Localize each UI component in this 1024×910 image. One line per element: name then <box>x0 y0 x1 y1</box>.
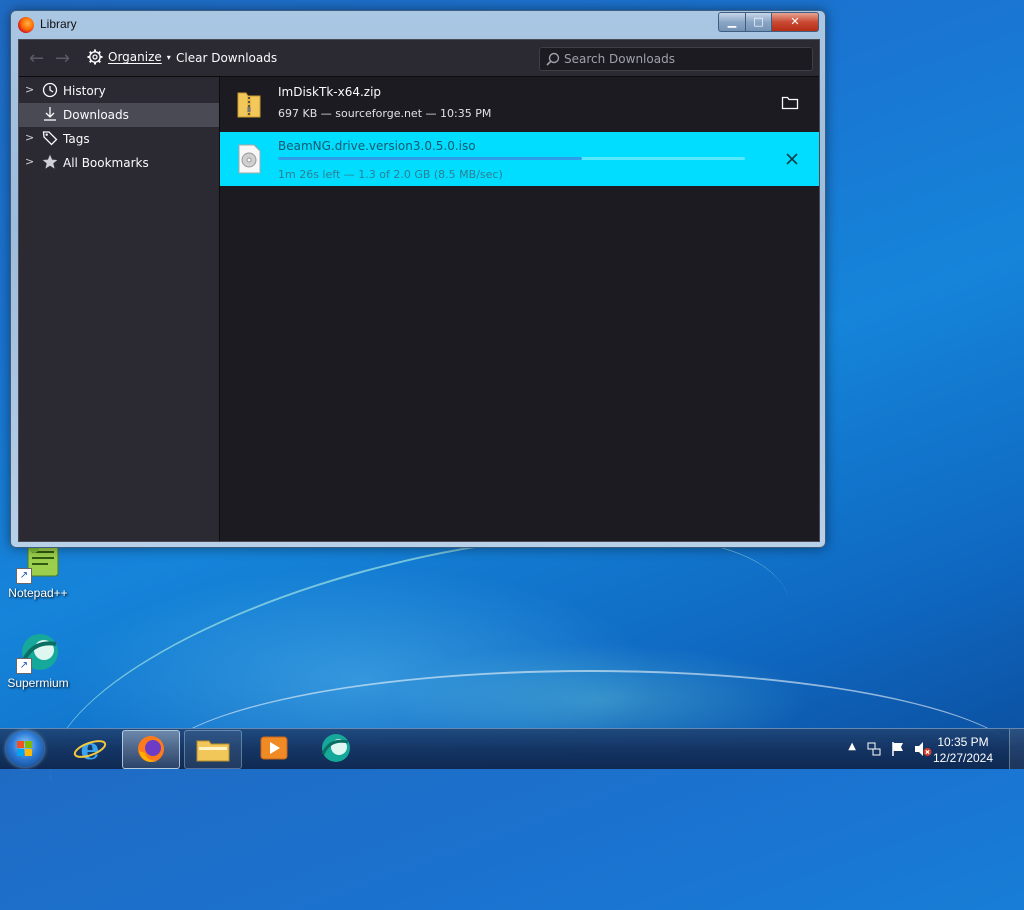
caption-buttons: ▁ □ ✕ <box>718 12 819 32</box>
desktop-icon-label: Supermium <box>7 676 69 690</box>
network-icon[interactable] <box>866 741 882 757</box>
windows-logo-icon <box>17 741 33 757</box>
star-icon <box>42 154 58 169</box>
organize-menu-button[interactable]: Organize ▾ <box>87 49 171 65</box>
title-bar[interactable]: Library ▁ □ ✕ <box>11 11 825 39</box>
zip-folder-icon <box>237 92 261 118</box>
search-placeholder: Search Downloads <box>564 52 675 66</box>
download-status: 1m 26s left — 1.3 of 2.0 GB (8.5 MB/sec) <box>278 168 503 181</box>
desktop-icon-supermium[interactable]: ↗ Supermium <box>3 630 73 690</box>
minimize-button[interactable]: ▁ <box>718 12 746 32</box>
tag-icon <box>42 131 58 146</box>
show-hidden-icons-icon[interactable]: ▲ <box>848 741 856 752</box>
wallpaper-swoosh <box>150 670 1024 872</box>
download-filename: ImDiskTk-x64.zip <box>278 85 382 99</box>
clock-icon <box>42 82 58 98</box>
taskbar-internet-explorer[interactable]: e <box>62 730 118 767</box>
download-row-active[interactable]: BeamNG.drive.version3.0.5.0.iso 1m 26s l… <box>220 132 819 186</box>
download-progress-bar <box>278 157 745 160</box>
clear-downloads-button[interactable]: Clear Downloads <box>176 51 277 65</box>
sidebar-item-all-bookmarks[interactable]: > All Bookmarks <box>19 151 219 175</box>
shortcut-arrow-icon: ↗ <box>16 568 32 584</box>
internet-explorer-icon: e <box>73 732 107 767</box>
taskbar-media-player[interactable] <box>246 730 302 767</box>
clock-date: 12/27/2024 <box>932 751 994 765</box>
twisty-icon[interactable]: > <box>25 155 34 168</box>
taskbar-file-explorer[interactable] <box>184 730 242 769</box>
folder-icon[interactable] <box>781 95 799 111</box>
search-input[interactable]: Search Downloads <box>539 47 813 71</box>
sidebar-item-label: Tags <box>63 132 90 146</box>
clock[interactable]: 10:35 PM 12/27/2024 <box>928 734 998 766</box>
close-icon[interactable] <box>785 152 799 166</box>
taskbar-supermium[interactable] <box>308 730 364 767</box>
toolbar: ← → Organize ▾ Clear Downloads Search Do… <box>19 40 819 77</box>
gear-icon <box>87 49 103 65</box>
disc-image-icon <box>238 144 261 174</box>
show-desktop-button[interactable] <box>1009 729 1024 769</box>
clock-time: 10:35 PM <box>937 735 989 749</box>
back-arrow-icon[interactable]: ← <box>29 48 44 69</box>
media-player-icon <box>260 736 288 760</box>
twisty-icon[interactable]: > <box>25 83 34 96</box>
start-button[interactable] <box>6 731 44 767</box>
sidebar-item-label: Downloads <box>63 108 129 122</box>
sidebar-item-label: History <box>63 84 106 98</box>
download-filename: BeamNG.drive.version3.0.5.0.iso <box>278 139 476 153</box>
sidebar-item-history[interactable]: > History <box>19 79 219 103</box>
window-title: Library <box>40 17 77 31</box>
maximize-button[interactable]: □ <box>746 12 772 32</box>
sidebar-item-tags[interactable]: > Tags <box>19 127 219 151</box>
downloads-list: ImDiskTk-x64.zip 697 KB — sourceforge.ne… <box>220 77 819 541</box>
download-row[interactable]: ImDiskTk-x64.zip 697 KB — sourceforge.ne… <box>220 77 819 131</box>
file-explorer-icon <box>196 740 230 762</box>
sidebar-item-downloads[interactable]: Downloads <box>19 103 219 127</box>
taskbar: e ▲ 10:35 PM 12/27/2024 <box>0 728 1024 769</box>
library-window: Library ▁ □ ✕ ← → Organize ▾ Clear Downl… <box>10 10 826 548</box>
library-sidebar: > History Downloads > Tags > All Bookmar… <box>19 77 220 541</box>
sidebar-item-label: All Bookmarks <box>63 156 149 170</box>
download-status: 697 KB — sourceforge.net — 10:35 PM <box>278 107 492 120</box>
supermium-icon: ↗ <box>14 630 62 674</box>
twisty-icon[interactable]: > <box>25 131 34 144</box>
supermium-icon <box>321 734 350 762</box>
desktop-icon-notepadpp[interactable]: ↗ Notepad++ <box>3 540 73 600</box>
desktop-icon-label: Notepad++ <box>8 586 68 600</box>
shortcut-arrow-icon: ↗ <box>16 658 32 674</box>
chevron-down-icon: ▾ <box>166 52 171 62</box>
organize-label: Organize <box>108 50 162 64</box>
forward-arrow-icon[interactable]: → <box>55 48 70 69</box>
download-icon <box>44 107 56 121</box>
firefox-icon <box>138 736 164 762</box>
taskbar-firefox[interactable] <box>122 730 180 769</box>
library-client: ← → Organize ▾ Clear Downloads Search Do… <box>18 39 820 542</box>
firefox-icon <box>18 17 34 33</box>
action-center-flag-icon[interactable] <box>890 741 906 757</box>
search-icon <box>546 52 560 66</box>
svg-text:e: e <box>80 732 99 767</box>
close-button[interactable]: ✕ <box>772 12 819 32</box>
download-progress-fill <box>278 157 582 160</box>
